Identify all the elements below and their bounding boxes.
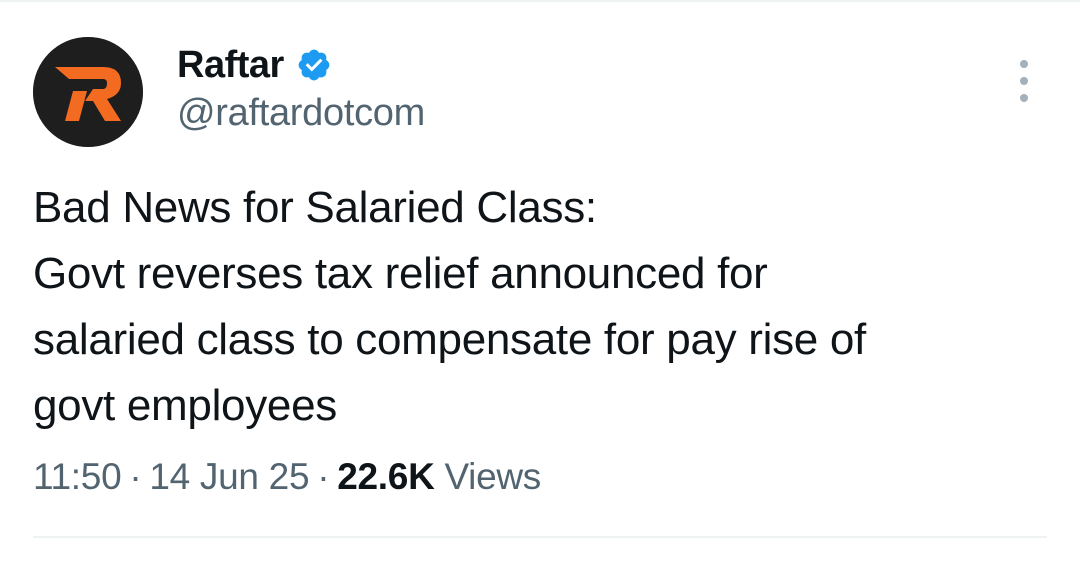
tweet-text-line: Govt reverses tax relief announced for: [33, 249, 768, 298]
more-dot: [1020, 94, 1028, 102]
tweet-text-line: Bad News for Salaried Class:: [33, 183, 597, 232]
tweet-meta: 11:50 · 14 Jun 25 · 22.6K Views: [33, 456, 541, 498]
tweet-card: Raftar @raftardotcom Bad News for Salari…: [0, 0, 1080, 562]
tweet-text-line: salaried class to compensate for pay ris…: [33, 315, 866, 364]
tweet-text-line: govt employees: [33, 381, 337, 430]
more-dot: [1020, 77, 1028, 85]
views-count[interactable]: 22.6K: [337, 456, 435, 497]
tweet-time[interactable]: 11:50: [33, 456, 122, 497]
more-dot: [1020, 60, 1028, 68]
tweet-date[interactable]: 14 Jun 25: [149, 456, 309, 497]
verified-badge-icon: [296, 47, 332, 83]
author-handle[interactable]: @raftardotcom: [177, 92, 425, 135]
more-vertical-icon[interactable]: [1004, 60, 1044, 102]
author-display-name[interactable]: Raftar: [177, 44, 284, 87]
raftar-logo-icon: [33, 37, 143, 147]
bottom-divider: [33, 536, 1047, 538]
avatar[interactable]: [33, 37, 143, 147]
author-name-row[interactable]: Raftar: [177, 42, 332, 88]
tweet-body: Bad News for Salaried Class: Govt revers…: [33, 175, 1053, 439]
meta-separator: ·: [317, 456, 330, 497]
meta-separator: ·: [129, 456, 142, 497]
top-divider: [0, 0, 1080, 2]
views-label[interactable]: Views: [444, 456, 541, 497]
